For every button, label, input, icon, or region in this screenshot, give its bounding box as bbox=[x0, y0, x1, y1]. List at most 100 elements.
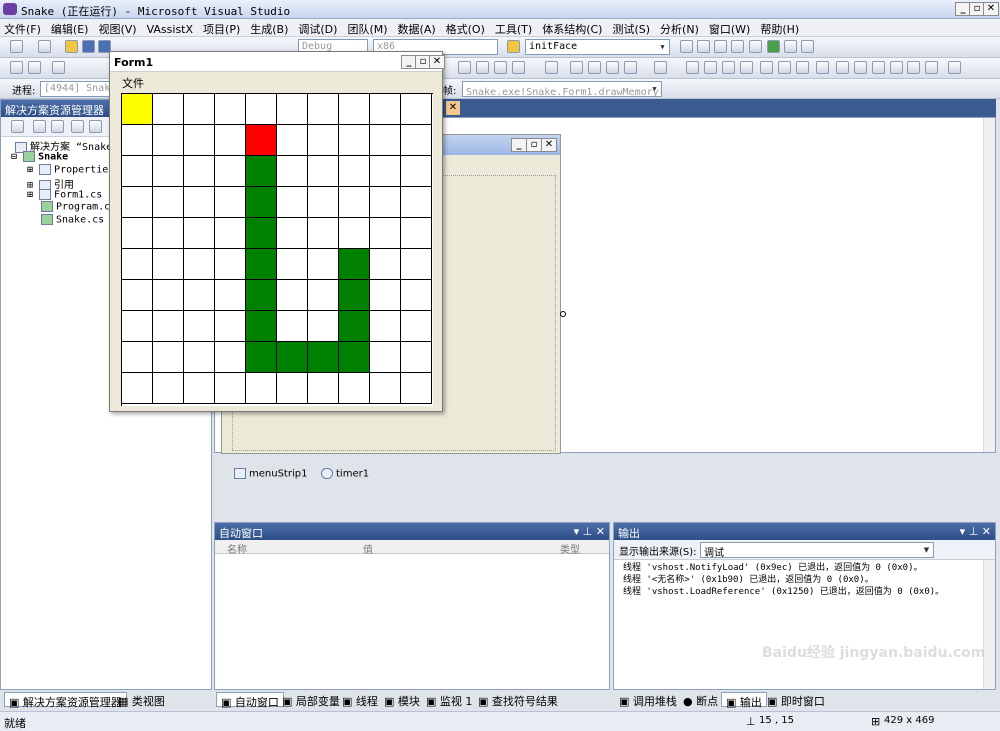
size-to-grid-icon[interactable] bbox=[624, 61, 637, 74]
align-left-icon[interactable] bbox=[458, 61, 471, 74]
menu-tools[interactable]: 工具(T) bbox=[491, 19, 538, 37]
vspacing-decrease-icon[interactable] bbox=[778, 61, 791, 74]
center-vertically-icon[interactable] bbox=[836, 61, 849, 74]
tree-item-form1[interactable]: ⊞ Form1.cs bbox=[27, 189, 102, 201]
layout-icon[interactable] bbox=[28, 61, 41, 74]
view-code-icon[interactable] bbox=[71, 120, 84, 133]
menu-build[interactable]: 生成(B) bbox=[246, 19, 294, 37]
form1-menu-file[interactable]: 文件 bbox=[122, 75, 144, 91]
vspacing-increase-icon[interactable] bbox=[760, 61, 773, 74]
tab-output[interactable]: ▣ 输出 bbox=[721, 692, 767, 709]
tree-item-snake[interactable]: Snake.cs bbox=[41, 214, 104, 226]
save-icon[interactable] bbox=[82, 40, 95, 53]
pin-icon[interactable]: ▾ ⊥ ✕ bbox=[574, 525, 605, 538]
open-folder-icon[interactable] bbox=[65, 40, 78, 53]
menu-team[interactable]: 团队(M) bbox=[343, 19, 393, 37]
tab-modules[interactable]: ▣ 模块 bbox=[380, 692, 424, 708]
make-same-size-icon[interactable] bbox=[606, 61, 619, 74]
find-in-files-icon[interactable] bbox=[507, 40, 520, 53]
designer-scrollbar[interactable] bbox=[983, 118, 995, 452]
form1-close-button[interactable]: ✕ bbox=[429, 55, 445, 69]
menu-help[interactable]: 帮助(H) bbox=[756, 19, 805, 37]
tab-locals[interactable]: ▣ 局部变量 bbox=[278, 692, 344, 708]
hspacing-remove-icon[interactable] bbox=[722, 61, 735, 74]
menu-architecture[interactable]: 体系结构(C) bbox=[538, 19, 608, 37]
stack-frame-combo[interactable]: Snake.exe!Snake.Form1.drawMemory() 行 -▼ bbox=[462, 81, 662, 97]
tray-item-menustrip[interactable]: menuStrip1 bbox=[234, 468, 307, 480]
tab-call-stack[interactable]: ▣ 调用堆栈 bbox=[615, 692, 681, 708]
menu-data[interactable]: 数据(A) bbox=[394, 19, 442, 37]
refresh-icon[interactable] bbox=[51, 120, 64, 133]
tab-watch1[interactable]: ▣ 监视 1 bbox=[422, 692, 476, 708]
align-middle-icon[interactable] bbox=[545, 61, 558, 74]
menu-view[interactable]: 视图(V) bbox=[94, 19, 142, 37]
align-grid-icon[interactable] bbox=[10, 61, 23, 74]
grid-icon[interactable] bbox=[925, 61, 938, 74]
menu-edit[interactable]: 编辑(E) bbox=[47, 19, 95, 37]
menu-project[interactable]: 项目(P) bbox=[199, 19, 246, 37]
process-combo[interactable]: [4944] Snake.v bbox=[40, 81, 112, 97]
hspacing-equal-icon[interactable] bbox=[654, 61, 667, 74]
center-horizontally-icon[interactable] bbox=[816, 61, 829, 74]
send-to-back-icon[interactable] bbox=[872, 61, 885, 74]
extension-icon[interactable] bbox=[784, 40, 797, 53]
pin-icon[interactable]: ▾ ⊥ ✕ bbox=[960, 525, 991, 538]
menu-vassistx[interactable]: VAssistX bbox=[143, 21, 199, 36]
menu-window[interactable]: 窗口(W) bbox=[705, 19, 756, 37]
menu-test[interactable]: 测试(S) bbox=[608, 19, 656, 37]
hspacing-increase-icon[interactable] bbox=[686, 61, 699, 74]
grid-cell bbox=[401, 94, 432, 125]
tab-order-icon[interactable] bbox=[52, 61, 65, 74]
chevron-down-icon: ▼ bbox=[652, 85, 657, 93]
tree-project[interactable]: ⊟ Snake bbox=[11, 151, 68, 163]
column-name[interactable]: 名称 bbox=[227, 541, 247, 556]
close-document-icon[interactable]: ✕ bbox=[446, 101, 460, 115]
vspacing-equal-icon[interactable] bbox=[740, 61, 753, 74]
tree-item-properties[interactable]: ⊞ Properties bbox=[27, 164, 114, 176]
column-type[interactable]: 类型 bbox=[560, 541, 580, 556]
align-right-icon[interactable] bbox=[494, 61, 507, 74]
title-bar: Snake (正在运行) - Microsoft Visual Studio _… bbox=[0, 0, 1000, 19]
column-value[interactable]: 值 bbox=[363, 541, 373, 556]
tab-class-view[interactable]: ▦ 类视图 bbox=[114, 692, 169, 708]
resize-handle[interactable] bbox=[560, 311, 566, 317]
tab-solution-explorer[interactable]: ▣ 解决方案资源管理器 bbox=[4, 692, 127, 709]
menu-debug[interactable]: 调试(D) bbox=[294, 19, 343, 37]
solution-explorer-icon[interactable] bbox=[680, 40, 693, 53]
tray-item-timer[interactable]: timer1 bbox=[321, 468, 369, 480]
find-combo[interactable]: initFace ▼ bbox=[525, 39, 670, 55]
hspacing-decrease-icon[interactable] bbox=[704, 61, 717, 74]
tab-threads[interactable]: ▣ 线程 bbox=[338, 692, 382, 708]
tab-breakpoints[interactable]: ● 断点 bbox=[679, 692, 722, 708]
new-project-icon[interactable] bbox=[10, 40, 23, 53]
tab-autos[interactable]: ▣ 自动窗口 bbox=[216, 692, 284, 709]
vspacing-remove-icon[interactable] bbox=[796, 61, 809, 74]
tools-icon[interactable] bbox=[749, 40, 762, 53]
menu-file[interactable]: 文件(F) bbox=[0, 19, 47, 37]
align-top-icon[interactable] bbox=[512, 61, 525, 74]
start-page-icon[interactable] bbox=[767, 40, 780, 53]
output-line: 线程 '<无名称>' (0x1b90) 已退出，返回值为 0 (0x0)。 bbox=[623, 575, 874, 585]
zoom-icon[interactable] bbox=[907, 61, 920, 74]
bring-to-front-icon[interactable] bbox=[854, 61, 867, 74]
command-window-icon[interactable] bbox=[801, 40, 814, 53]
show-all-files-icon[interactable] bbox=[33, 120, 46, 133]
make-same-width-icon[interactable] bbox=[570, 61, 583, 74]
object-browser-icon[interactable] bbox=[714, 40, 727, 53]
close-button[interactable]: ✕ bbox=[983, 2, 999, 16]
view-designer-icon[interactable] bbox=[89, 120, 102, 133]
output-source-combo[interactable]: 调试 ▼ bbox=[700, 542, 934, 558]
format-icon[interactable] bbox=[948, 61, 961, 74]
menu-analyze[interactable]: 分析(N) bbox=[656, 19, 705, 37]
tree-item-program[interactable]: Program.cs bbox=[41, 201, 116, 213]
make-same-height-icon[interactable] bbox=[588, 61, 601, 74]
align-center-icon[interactable] bbox=[476, 61, 489, 74]
properties-icon[interactable] bbox=[11, 120, 24, 133]
lock-controls-icon[interactable] bbox=[890, 61, 903, 74]
form1-window[interactable]: Form1 _ ▫ ✕ 文件 bbox=[109, 51, 445, 412]
tab-find-symbol[interactable]: ▣ 查找符号结果 bbox=[474, 692, 562, 708]
menu-format[interactable]: 格式(O) bbox=[442, 19, 491, 37]
toolbox-icon[interactable] bbox=[731, 40, 744, 53]
add-item-icon[interactable] bbox=[38, 40, 51, 53]
properties-icon[interactable] bbox=[697, 40, 710, 53]
